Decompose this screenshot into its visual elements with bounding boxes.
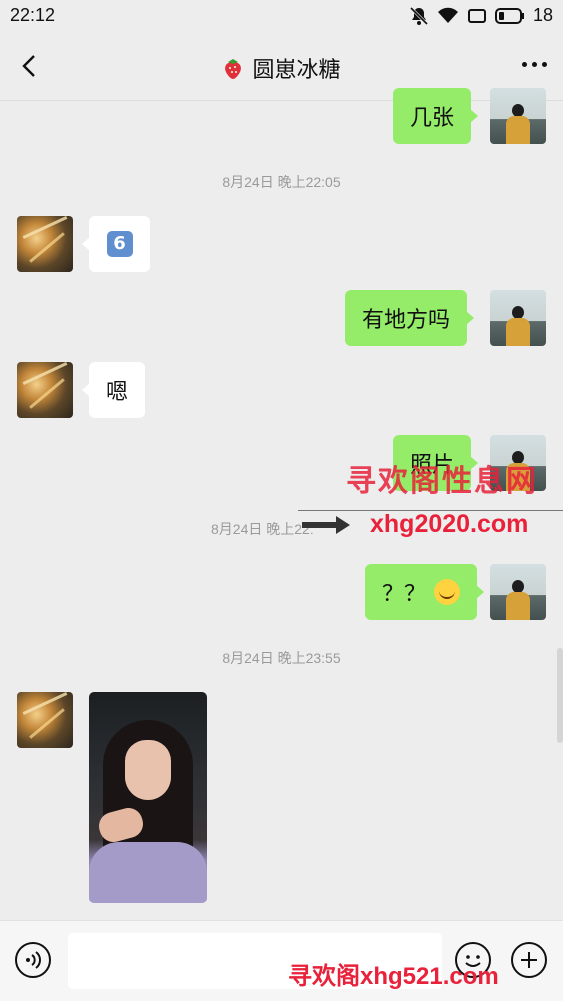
- message-timestamp: 8月24日 晚上23:55: [222, 650, 341, 666]
- more-options-icon[interactable]: [522, 62, 547, 67]
- message-text: 有地方吗: [362, 308, 451, 333]
- message-text: ？？: [382, 582, 427, 607]
- contact-avatar[interactable]: [17, 216, 73, 272]
- smile-emoji: [434, 579, 461, 605]
- message-bubble-sent[interactable]: 几张: [393, 88, 479, 144]
- mute-bell-icon: [409, 6, 429, 25]
- watermark-arrow-icon: [302, 516, 350, 534]
- message-bubble-sent[interactable]: 有地方吗: [345, 290, 475, 346]
- my-avatar[interactable]: [490, 564, 546, 620]
- chat-title: 圆崽冰糖: [0, 52, 563, 84]
- add-more-icon[interactable]: [511, 942, 547, 978]
- image-message[interactable]: [89, 692, 207, 903]
- scroll-handle[interactable]: [557, 648, 563, 743]
- chat-header: 圆崽冰糖: [0, 32, 563, 101]
- watermark-text: 寻欢阁性息网: [346, 464, 538, 499]
- message-timestamp: 8月24日 晚上22:: [211, 521, 314, 537]
- status-bar: 22:12 18: [0, 0, 563, 32]
- battery-icon: [494, 7, 524, 24]
- wifi-icon: [437, 7, 458, 23]
- chat-title-text: 圆崽冰糖: [252, 58, 341, 83]
- contact-avatar[interactable]: [17, 362, 73, 418]
- watermark-url-bottom: 寻欢阁xhg521.com: [288, 963, 499, 990]
- message-bubble-received[interactable]: 6: [82, 216, 150, 272]
- message-text: 嗯: [106, 380, 129, 405]
- message-bubble-sent[interactable]: ？？: [365, 564, 485, 620]
- watermark-url: xhg2020.com: [370, 510, 529, 538]
- battery-level: 18: [532, 5, 553, 25]
- message-text: 几张: [410, 106, 455, 131]
- screen-rotate-icon: [467, 8, 486, 23]
- contact-avatar[interactable]: [17, 692, 73, 748]
- message-timestamp: 8月24日 晚上22:05: [222, 174, 341, 190]
- status-time: 22:12: [10, 5, 56, 25]
- voice-input-icon[interactable]: [15, 942, 51, 978]
- strawberry-icon: [225, 59, 242, 79]
- my-avatar[interactable]: [490, 88, 546, 144]
- message-bubble-received[interactable]: 嗯: [81, 362, 146, 418]
- my-avatar[interactable]: [490, 290, 546, 346]
- keycap-six-emoji: 6: [106, 231, 133, 257]
